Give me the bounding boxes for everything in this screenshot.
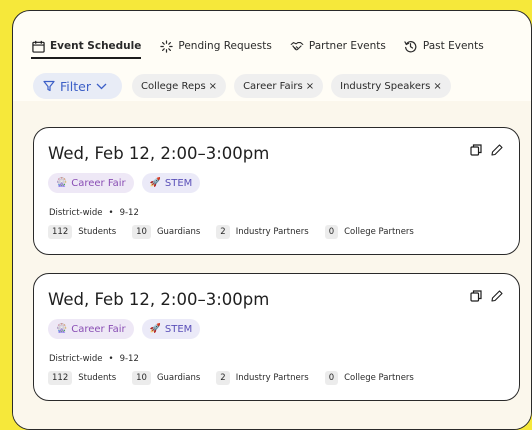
handshake-icon	[290, 39, 304, 53]
event-stats: 112 Students 10 Guardians 2 Industry Partne…	[48, 225, 430, 239]
stat-label: Industry Partners	[235, 373, 309, 383]
stat-count: 10	[132, 371, 151, 385]
stat-label: Industry Partners	[235, 227, 309, 237]
tab-label: Past Events	[422, 40, 484, 52]
event-tags: 🎡 Career Fair 🚀 STEM	[48, 173, 208, 193]
stat-students: 112 Students	[48, 371, 116, 385]
filter-chip-career-fairs[interactable]: Career Fairs ×	[234, 74, 324, 98]
loading-icon	[159, 39, 173, 53]
filter-bar: Filter College Reps × Career Fairs × Ind…	[33, 73, 459, 99]
event-card[interactable]: Wed, Feb 12, 2:00–3:00pm 🎡 Career Fair 🚀…	[33, 127, 520, 255]
event-title: Wed, Feb 12, 2:00–3:00pm	[48, 144, 270, 163]
tag-stem[interactable]: 🚀 STEM	[141, 173, 201, 193]
tag-stem[interactable]: 🚀 STEM	[141, 319, 201, 339]
tab-past-events[interactable]: Past Events	[404, 39, 484, 53]
chevron-down-icon	[96, 83, 107, 89]
stat-students: 112 Students	[48, 225, 116, 239]
event-meta: District-wide • 9-12	[49, 354, 139, 364]
chip-label: Career Fairs	[243, 80, 303, 92]
funnel-icon	[43, 80, 55, 92]
edit-pencil-icon[interactable]	[491, 290, 503, 302]
ferris-wheel-icon: 🎡	[56, 324, 68, 334]
stat-label: Students	[78, 373, 117, 383]
stat-count: 2	[216, 225, 230, 239]
meta-separator: •	[108, 208, 114, 218]
filter-chip-college-reps[interactable]: College Reps ×	[131, 74, 227, 98]
event-tags: 🎡 Career Fair 🚀 STEM	[48, 319, 208, 339]
stat-count: 0	[324, 371, 339, 385]
event-location: District-wide	[49, 208, 103, 218]
stat-label: Guardians	[156, 227, 201, 237]
tag-label: STEM	[164, 177, 193, 189]
event-stats: 112 Students 10 Guardians 2 Industry Partne…	[48, 371, 430, 385]
ferris-wheel-icon: 🎡	[56, 178, 68, 188]
stat-label: Guardians	[156, 373, 201, 383]
event-list: Wed, Feb 12, 2:00–3:00pm 🎡 Career Fair 🚀…	[13, 101, 531, 429]
history-icon	[404, 39, 418, 53]
remove-chip-icon[interactable]: ×	[306, 81, 314, 92]
stat-count: 112	[48, 225, 73, 239]
edit-pencil-icon[interactable]	[491, 144, 503, 156]
filter-button[interactable]: Filter	[33, 73, 122, 99]
tab-label: Pending Requests	[178, 40, 272, 52]
stat-count: 10	[132, 225, 151, 239]
tab-label: Event Schedule	[50, 40, 142, 52]
stat-guardians: 10 Guardians	[132, 225, 200, 239]
filter-label: Filter	[60, 78, 91, 94]
tab-partner-events[interactable]: Partner Events	[290, 39, 386, 53]
filter-chip-industry-speakers[interactable]: Industry Speakers ×	[331, 74, 451, 98]
chip-label: College Reps	[140, 80, 206, 92]
rocket-icon: 🚀	[149, 178, 161, 188]
panel-header: Event Schedule Pending Requests Partner …	[13, 11, 531, 102]
tag-label: Career Fair	[71, 323, 126, 335]
tag-career-fair[interactable]: 🎡 Career Fair	[48, 173, 134, 193]
tab-pending-requests[interactable]: Pending Requests	[159, 39, 272, 53]
event-grades: 9-12	[119, 208, 139, 218]
copy-icon[interactable]	[470, 144, 482, 156]
calendar-icon	[31, 39, 45, 53]
stat-college-partners: 0 College Partners	[324, 371, 414, 385]
stat-count: 2	[216, 371, 230, 385]
stat-industry-partners: 2 Industry Partners	[216, 225, 309, 239]
tab-event-schedule[interactable]: Event Schedule	[31, 39, 142, 59]
card-actions	[461, 144, 503, 156]
stat-industry-partners: 2 Industry Partners	[216, 371, 309, 385]
copy-icon[interactable]	[470, 290, 482, 302]
event-grades: 9-12	[119, 354, 139, 364]
stat-college-partners: 0 College Partners	[324, 225, 414, 239]
event-panel: Event Schedule Pending Requests Partner …	[12, 10, 532, 430]
stat-label: College Partners	[344, 373, 414, 383]
tag-career-fair[interactable]: 🎡 Career Fair	[48, 319, 134, 339]
stat-label: College Partners	[344, 227, 414, 237]
remove-chip-icon[interactable]: ×	[209, 81, 217, 92]
tag-label: Career Fair	[71, 177, 126, 189]
rocket-icon: 🚀	[149, 324, 161, 334]
event-meta: District-wide • 9-12	[49, 208, 139, 218]
card-actions	[461, 290, 503, 302]
tab-label: Partner Events	[308, 40, 386, 52]
stat-label: Students	[78, 227, 117, 237]
tab-bar: Event Schedule Pending Requests Partner …	[31, 39, 502, 59]
chip-label: Industry Speakers	[340, 80, 431, 92]
meta-separator: •	[108, 354, 114, 364]
event-title: Wed, Feb 12, 2:00–3:00pm	[48, 290, 270, 309]
event-location: District-wide	[49, 354, 103, 364]
remove-chip-icon[interactable]: ×	[433, 81, 441, 92]
event-card[interactable]: Wed, Feb 12, 2:00–3:00pm 🎡 Career Fair 🚀…	[33, 273, 520, 401]
tag-label: STEM	[164, 323, 193, 335]
stat-count: 112	[48, 371, 73, 385]
stat-count: 0	[324, 225, 339, 239]
stat-guardians: 10 Guardians	[132, 371, 200, 385]
